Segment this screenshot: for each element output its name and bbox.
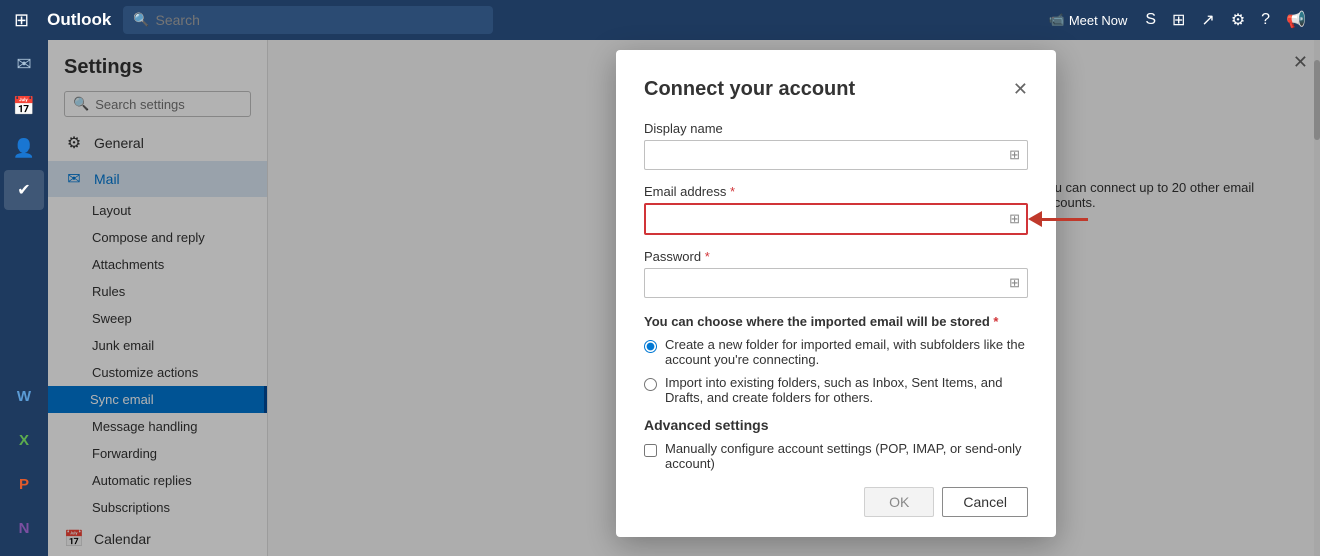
arrow-indicator (1028, 211, 1088, 227)
email-label: Email address * (644, 184, 1028, 199)
arrow-line (1042, 218, 1088, 221)
dialog-title: Connect your account (644, 78, 855, 101)
radio-existing-folders[interactable] (644, 378, 657, 391)
radio-new-folder-label: Create a new folder for imported email, … (665, 337, 1028, 367)
display-name-label: Display name (644, 121, 1028, 136)
search-input[interactable] (156, 12, 484, 28)
email-address-group: Email address * ⊞ (644, 184, 1028, 235)
skype-icon[interactable]: S (1139, 7, 1162, 33)
app-name: Outlook (41, 10, 117, 30)
email-input-icon: ⊞ (1009, 211, 1020, 227)
password-group: Password * ⊞ (644, 249, 1028, 298)
storage-label: You can choose where the imported email … (644, 314, 1028, 329)
display-name-icon: ⊞ (1009, 147, 1020, 163)
connect-account-dialog: Connect your account ✕ Display name ⊞ Em… (616, 50, 1056, 537)
radio-option-1: Create a new folder for imported email, … (644, 337, 1028, 367)
left-nav-item-mail[interactable]: ✉ (4, 44, 44, 84)
feedback-icon[interactable]: 📢 (1280, 6, 1312, 34)
email-input-wrapper: ⊞ (644, 203, 1028, 235)
advanced-checkbox-row: Manually configure account settings (POP… (644, 441, 1028, 471)
display-name-input-wrapper: ⊞ (644, 140, 1028, 170)
left-nav-item-tasks[interactable]: ✔ (4, 170, 44, 210)
radio-option-2: Import into existing folders, such as In… (644, 375, 1028, 405)
topbar: ⊞ Outlook 🔍 📹 Meet Now S ⊞ ↗ ⚙ ? 📢 (0, 0, 1320, 40)
left-nav-item-excel[interactable]: X (4, 420, 44, 460)
left-nav-item-word[interactable]: W (4, 376, 44, 416)
radio-new-folder[interactable] (644, 340, 657, 353)
help-icon[interactable]: ? (1255, 7, 1276, 33)
left-nav: ✉ 📅 👤 ✔ W X P N (0, 40, 48, 556)
radio-existing-folders-label: Import into existing folders, such as In… (665, 375, 1028, 405)
camera-icon: 📹 (1049, 12, 1065, 28)
left-nav-item-powerpoint[interactable]: P (4, 464, 44, 504)
meet-now-label: Meet Now (1069, 13, 1128, 28)
password-input-wrapper: ⊞ (644, 268, 1028, 298)
email-required-star: * (730, 184, 735, 199)
cancel-button[interactable]: Cancel (942, 487, 1028, 517)
display-name-group: Display name ⊞ (644, 121, 1028, 170)
search-bar: 🔍 (123, 6, 493, 34)
password-input[interactable] (644, 268, 1028, 298)
advanced-settings-section: Advanced settings Manually configure acc… (644, 417, 1028, 471)
apps-icon[interactable]: ⊞ (1166, 6, 1191, 34)
display-name-input[interactable] (644, 140, 1028, 170)
left-nav-item-calendar[interactable]: 📅 (4, 86, 44, 126)
meet-now-button[interactable]: 📹 Meet Now (1041, 8, 1136, 32)
app-grid-icon[interactable]: ⊞ (8, 6, 35, 35)
storage-required-star: * (993, 314, 998, 329)
password-label: Password * (644, 249, 1028, 264)
password-required-star: * (705, 249, 710, 264)
storage-section: You can choose where the imported email … (644, 314, 1028, 405)
dialog-close-button[interactable]: ✕ (1013, 79, 1028, 100)
topbar-right-actions: 📹 Meet Now S ⊞ ↗ ⚙ ? 📢 (1041, 6, 1312, 34)
manual-config-checkbox[interactable] (644, 444, 657, 457)
dialog-footer: OK Cancel (644, 487, 1028, 517)
email-input[interactable] (644, 203, 1028, 235)
dialog-header: Connect your account ✕ (644, 78, 1028, 101)
password-input-icon: ⊞ (1009, 275, 1020, 291)
ok-button[interactable]: OK (864, 487, 934, 517)
left-nav-item-onenote[interactable]: N (4, 508, 44, 548)
settings-icon[interactable]: ⚙ (1225, 6, 1251, 34)
share-icon[interactable]: ↗ (1195, 6, 1220, 34)
advanced-settings-title: Advanced settings (644, 417, 1028, 433)
search-icon: 🔍 (133, 12, 149, 28)
manual-config-label: Manually configure account settings (POP… (665, 441, 1028, 471)
arrow-head (1028, 211, 1042, 227)
left-nav-item-people[interactable]: 👤 (4, 128, 44, 168)
